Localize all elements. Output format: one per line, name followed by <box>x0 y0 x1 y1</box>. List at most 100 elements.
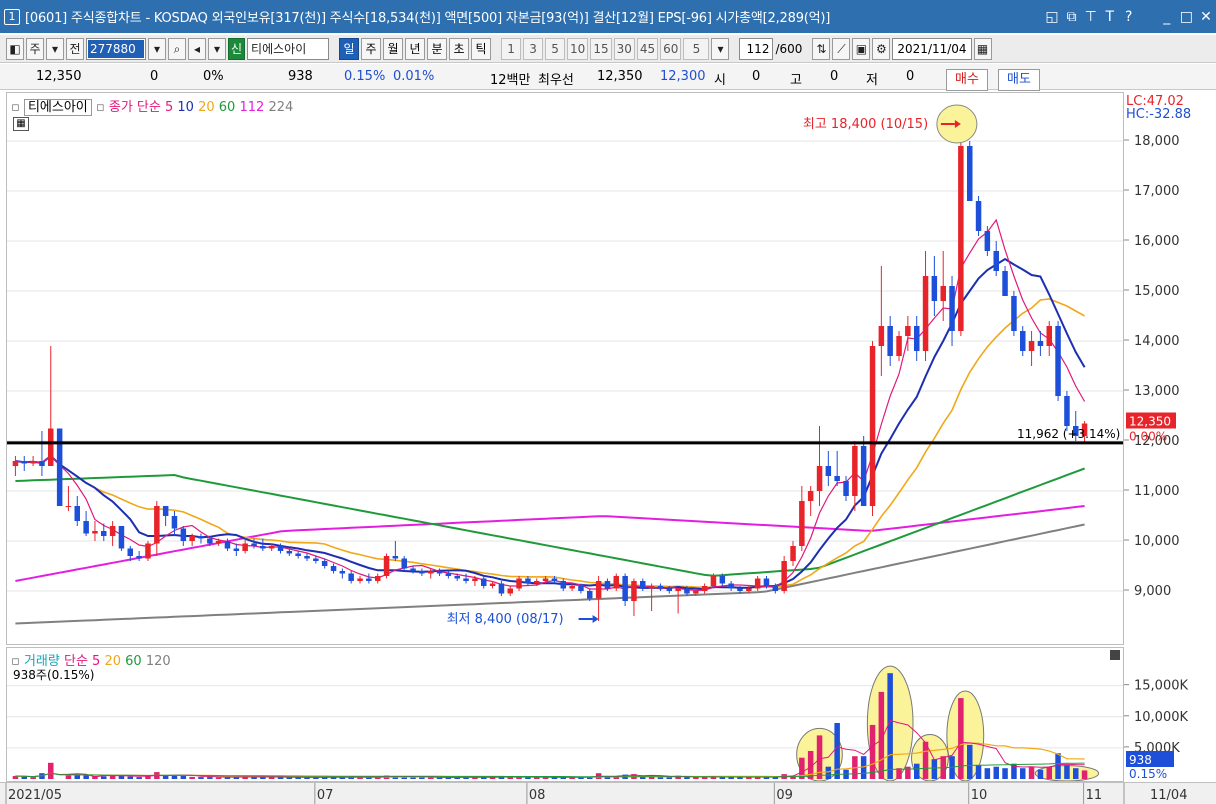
high-label: 최고 18,400 (10/15) <box>803 117 928 132</box>
table-icon[interactable]: ▦ <box>13 117 29 131</box>
volume-bar <box>198 777 204 779</box>
candle-body <box>940 286 946 301</box>
interval-10[interactable]: 10 <box>567 37 589 60</box>
current-volume-label: 938 <box>1129 753 1152 767</box>
candle-body <box>260 546 266 549</box>
best-price-label: 최우선 <box>538 73 574 88</box>
candle-body <box>551 578 558 581</box>
candle-body <box>286 551 293 554</box>
help-icon[interactable]: ? <box>1123 9 1135 25</box>
indicator-icon[interactable]: ⇅ <box>812 37 831 60</box>
candle-body <box>516 578 522 589</box>
stock-code-input[interactable]: 277880 <box>86 37 146 60</box>
pane-settings-icon[interactable] <box>1110 650 1120 660</box>
volume-bar <box>171 775 178 779</box>
period-second[interactable]: 초 <box>449 37 470 60</box>
layout-icon[interactable]: ◧ <box>6 37 24 60</box>
period-tick[interactable]: 틱 <box>471 37 492 60</box>
copy-window-icon[interactable]: ⧉ <box>1066 9 1078 25</box>
candle-body <box>428 571 434 574</box>
gear-icon[interactable]: ⚙ <box>872 37 891 60</box>
interval-45[interactable]: 45 <box>636 37 659 60</box>
volume-chart-canvas[interactable] <box>7 648 1124 782</box>
candle-body <box>648 586 655 589</box>
interval-1[interactable]: 1 <box>501 37 522 60</box>
volume-bar <box>101 776 107 779</box>
volume-chart[interactable]: ▫ 거래량 단순 5 20 60 120 938주(0.15%) <box>6 647 1124 782</box>
period-week[interactable]: 주 <box>361 37 382 60</box>
code-dropdown-icon[interactable]: ▾ <box>148 37 166 60</box>
volume-bar <box>268 777 275 779</box>
volume-bar <box>825 766 832 779</box>
minimize-icon[interactable]: _ <box>1161 9 1173 25</box>
calendar-icon[interactable]: ▦ <box>973 37 992 60</box>
interval-5[interactable]: 5 <box>545 37 566 60</box>
pin-icon[interactable]: ⊤ <box>1085 9 1097 25</box>
price-tick-label: 9,000 <box>1134 584 1171 599</box>
volume-bar <box>887 673 893 779</box>
search-icon[interactable]: ⌕ <box>168 37 186 60</box>
buy-button[interactable]: 매수 <box>946 69 988 91</box>
title-bar: 1 [0601] 주식종합차트 - KOSDAQ 외국인보유[317(천)] 주… <box>0 0 1216 33</box>
price-tick-label: 13,000 <box>1134 384 1180 399</box>
price-chart-canvas[interactable]: 11,962 (+3.14%) 최고 18,400 (10/15) 최저 8,400… <box>7 93 1124 645</box>
date-input[interactable]: 2021/11/04 <box>892 37 972 60</box>
period-year[interactable]: 년 <box>405 37 426 60</box>
candle-body <box>198 536 204 539</box>
candle-body <box>313 558 319 561</box>
window-number[interactable]: 1 <box>4 8 20 25</box>
candle-body <box>914 326 920 351</box>
chevron-down-icon[interactable]: ▾ <box>46 37 64 60</box>
market-select[interactable]: 주 <box>26 37 44 60</box>
stock-name-field[interactable]: 티에스아이 <box>247 37 330 60</box>
candle-body <box>1020 331 1026 351</box>
volume-bar <box>1037 769 1044 779</box>
volume-bar <box>207 777 213 779</box>
interval-select[interactable]: 5 <box>683 37 710 60</box>
save-icon[interactable]: ▣ <box>852 37 871 60</box>
quote-bar: 12,350 0 0% 938 0.15% 0.01% 12백만 최우선 12,… <box>0 64 1216 91</box>
reference-line-label: 11,962 (+3.14%) <box>1017 427 1120 441</box>
prev-button[interactable]: 전 <box>66 37 84 60</box>
candle-body <box>48 428 54 466</box>
volume-bar <box>65 775 72 779</box>
maximize-icon[interactable]: □ <box>1180 9 1193 25</box>
interval-3[interactable]: 3 <box>523 37 544 60</box>
candle-body <box>693 591 699 594</box>
legend-ma-type: 단순 <box>136 100 161 115</box>
candle-body <box>1002 271 1008 296</box>
candle-body <box>843 481 849 496</box>
price-chart[interactable]: 11,962 (+3.14%) 최고 18,400 (10/15) 최저 8,400… <box>6 92 1124 645</box>
candle-body <box>675 588 681 591</box>
candle-body <box>375 576 381 581</box>
interval-30[interactable]: 30 <box>613 37 635 60</box>
candle-body <box>1064 396 1070 426</box>
interval-60[interactable]: 60 <box>660 37 682 60</box>
interval-15[interactable]: 15 <box>590 37 612 60</box>
candle-body <box>171 516 178 529</box>
end-date-label: 11/04 <box>1150 788 1187 803</box>
options-dropdown-icon[interactable]: ▾ <box>208 37 226 60</box>
period-minute[interactable]: 분 <box>427 37 448 60</box>
count-input[interactable]: 112 <box>739 37 774 60</box>
legend-stock-name[interactable]: 티에스아이 <box>23 99 92 116</box>
period-month[interactable]: 월 <box>383 37 404 60</box>
high-value: 0 <box>830 69 839 84</box>
interval-dropdown-icon[interactable]: ▾ <box>711 37 730 60</box>
candle-body <box>869 346 876 506</box>
sell-button[interactable]: 매도 <box>998 69 1040 91</box>
volume-legend-ma-20: 20 <box>104 654 122 669</box>
candle-body <box>949 286 955 331</box>
candle-body <box>719 576 726 584</box>
draw-line-icon[interactable]: ⟋ <box>832 37 851 60</box>
volume-bar <box>189 776 195 779</box>
sound-icon[interactable]: ◂ <box>188 37 206 60</box>
font-icon[interactable]: T <box>1104 9 1116 25</box>
window-icon[interactable]: ◱ <box>1045 9 1058 25</box>
volume-bar <box>215 777 222 779</box>
candle-body <box>737 588 743 591</box>
volume-bar <box>693 777 699 779</box>
volume-bar <box>967 744 973 779</box>
close-icon[interactable]: ✕ <box>1200 9 1212 25</box>
period-day[interactable]: 일 <box>339 37 360 60</box>
